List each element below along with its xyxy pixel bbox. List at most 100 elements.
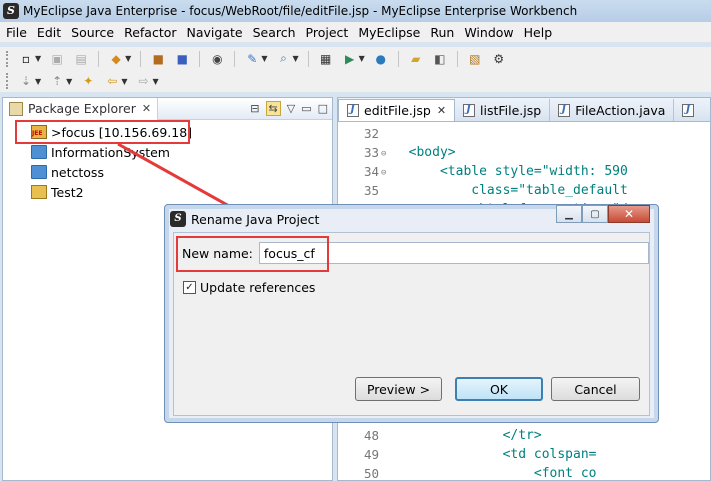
toolbar-grip[interactable]	[6, 50, 10, 67]
line-number: 48	[363, 428, 379, 444]
dialog-window-buttons: ▁ ▢ ✕	[556, 205, 650, 223]
line-number: 35	[363, 182, 379, 198]
title-bar: S MyEclipse Java Enterprise - focus/WebR…	[0, 0, 711, 22]
link-with-editor-icon[interactable]: ⇆	[265, 101, 281, 116]
save-icon[interactable]: ▣	[49, 51, 65, 67]
close-icon[interactable]: ✕	[142, 102, 151, 115]
secondary-toolbar: ⇣ ▼ ⇡ ▼ ✦ ⇦ ▼ ⇨ ▼	[0, 70, 711, 92]
open-folder-icon[interactable]: ▰	[408, 51, 424, 67]
open-type-icon[interactable]: ▧	[467, 51, 483, 67]
dialog-title-bar: S Rename Java Project	[170, 209, 319, 229]
close-icon[interactable]: ✕	[608, 205, 650, 223]
jdk-icon[interactable]: ◉	[209, 51, 225, 67]
code-line: 35 class="table_default	[338, 183, 710, 202]
tree-item-informationsystem[interactable]: InformationSystem	[3, 142, 332, 162]
menu-myeclipse[interactable]: MyEclipse	[353, 25, 425, 40]
fold-marker-icon[interactable]	[381, 466, 393, 481]
menu-help[interactable]: Help	[519, 25, 558, 40]
launch-dropdown-icon[interactable]: ▼	[359, 54, 365, 63]
menu-search[interactable]: Search	[248, 25, 301, 40]
prev-annotation-dropdown-icon[interactable]: ▼	[66, 77, 72, 86]
fold-marker-icon[interactable]	[381, 447, 393, 466]
settings-icon[interactable]: ⚙	[491, 51, 507, 67]
code-text: <body>	[393, 144, 456, 160]
menu-run[interactable]: Run	[425, 25, 459, 40]
menu-file[interactable]: File	[0, 25, 32, 40]
line-number: 50	[363, 466, 379, 481]
tab-listfile-jsp[interactable]: listFile.jsp	[455, 99, 551, 121]
new-dropdown-icon[interactable]: ▼	[35, 54, 41, 63]
search-file-icon[interactable]: ◧	[432, 51, 448, 67]
fold-marker-icon[interactable]: ⊖	[381, 145, 393, 164]
browse-dropdown-icon[interactable]: ▼	[292, 54, 298, 63]
fold-marker-icon[interactable]	[381, 126, 393, 145]
preview-button[interactable]: Preview >	[355, 377, 442, 401]
next-annotation-dropdown-icon[interactable]: ▼	[35, 77, 41, 86]
tab-overflow[interactable]	[674, 99, 699, 121]
menu-source[interactable]: Source	[66, 25, 119, 40]
minimize-icon[interactable]: ▭	[301, 102, 311, 115]
forward-dropdown-icon[interactable]: ▼	[152, 77, 158, 86]
tab-editfile-jsp[interactable]: editFile.jsp ✕	[338, 99, 456, 121]
toolbar-grip-2[interactable]	[6, 73, 10, 89]
menu-navigate[interactable]: Navigate	[182, 25, 248, 40]
menu-refactor[interactable]: Refactor	[119, 25, 181, 40]
code-text: <font co	[393, 466, 597, 481]
package-icon[interactable]: ■	[150, 51, 166, 67]
menu-project[interactable]: Project	[301, 25, 354, 40]
menu-window[interactable]: Window	[459, 25, 518, 40]
new-name-highlight-box	[176, 236, 329, 272]
forward-icon[interactable]: ⇨	[135, 73, 151, 89]
update-references-row[interactable]: ✓ Update references	[183, 280, 315, 295]
servers-icon[interactable]: ▦	[318, 51, 334, 67]
maximize-icon[interactable]: ▢	[582, 205, 608, 223]
folder-icon	[31, 145, 47, 159]
close-icon[interactable]: ✕	[437, 104, 446, 117]
tab-label: editFile.jsp	[364, 103, 431, 118]
fold-marker-icon[interactable]: ⊖	[381, 164, 393, 183]
editor-tabs: editFile.jsp ✕ listFile.jsp FileAction.j…	[338, 98, 710, 122]
jsp-file-icon	[347, 104, 359, 117]
code-line: 48 </tr>	[338, 428, 710, 447]
globe-icon[interactable]: ●	[373, 51, 389, 67]
new-icon[interactable]: ▫	[18, 51, 34, 67]
cancel-button[interactable]: Cancel	[551, 377, 640, 401]
tab-label: listFile.jsp	[480, 102, 542, 118]
maximize-icon[interactable]: □	[318, 102, 328, 115]
last-edit-icon[interactable]: ✦	[80, 73, 96, 89]
back-icon[interactable]: ⇦	[104, 73, 120, 89]
tree-item-netctoss[interactable]: netctoss	[3, 162, 332, 182]
tree-item-test2[interactable]: Test2	[3, 182, 332, 202]
new-project-icon[interactable]: ◆	[108, 51, 124, 67]
collapse-all-icon[interactable]: ⊟	[250, 102, 259, 115]
update-references-checkbox[interactable]: ✓	[183, 281, 196, 294]
line-number: 34	[363, 163, 379, 179]
package-explorer-label: Package Explorer	[28, 101, 136, 116]
browse-icon[interactable]: ⌕	[275, 51, 291, 67]
tab-fileaction-java[interactable]: FileAction.java	[550, 99, 675, 121]
myeclipse-icon: S	[170, 211, 186, 227]
print-icon[interactable]: ▤	[73, 51, 89, 67]
tree-item-label: InformationSystem	[51, 144, 170, 160]
prev-annotation-icon[interactable]: ⇡	[49, 73, 65, 89]
run-server-icon[interactable]: ✎	[244, 51, 260, 67]
minimize-icon[interactable]: ▁	[556, 205, 582, 223]
run-server-dropdown-icon[interactable]: ▼	[261, 54, 267, 63]
tab-label: FileAction.java	[575, 102, 666, 118]
tab-package-explorer[interactable]: Package Explorer ✕	[3, 97, 159, 120]
fold-marker-icon[interactable]	[381, 183, 393, 202]
launch-icon[interactable]: ▶	[342, 51, 358, 67]
deploy-icon[interactable]: ■	[174, 51, 190, 67]
package-explorer-icon	[9, 101, 23, 116]
code-line: 34 ⊖ <table style="width: 590	[338, 164, 710, 183]
new-project-dropdown-icon[interactable]: ▼	[125, 54, 131, 63]
ok-button[interactable]: OK	[455, 377, 543, 401]
next-annotation-icon[interactable]: ⇣	[18, 73, 34, 89]
main-toolbar: ▫ ▼ ▣ ▤ ◆ ▼ ■ ■ ◉ ✎ ▼ ⌕ ▼ ▦ ▶ ▼ ● ▰ ◧ ▧ ⚙	[0, 47, 711, 70]
back-dropdown-icon[interactable]: ▼	[121, 77, 127, 86]
menu-edit[interactable]: Edit	[32, 25, 66, 40]
fold-marker-icon[interactable]	[381, 428, 393, 447]
window-title: MyEclipse Java Enterprise - focus/WebRoo…	[23, 4, 578, 18]
view-menu-icon[interactable]: ▽	[287, 102, 295, 115]
code-text: class="table_default	[393, 182, 628, 198]
